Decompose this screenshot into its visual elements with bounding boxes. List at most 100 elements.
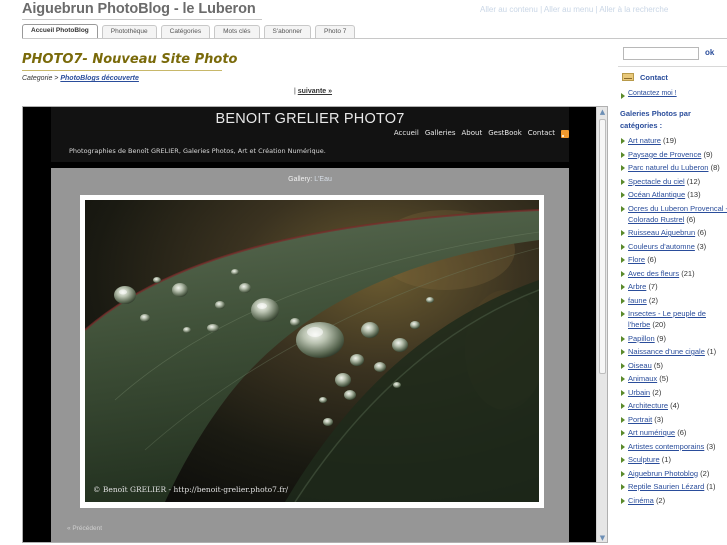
tab-accueil-photoblog[interactable]: Accueil PhotoBlog — [22, 24, 98, 38]
gallery-prefix: Gallery: — [288, 176, 315, 183]
category-link[interactable]: Architecture — [628, 401, 668, 410]
category-count: (8) — [710, 163, 720, 172]
category-item: Paysage de Provence (9) — [621, 149, 727, 160]
category-link[interactable]: Sculpture — [628, 455, 660, 464]
scroll-down-arrow-icon[interactable]: ▼ — [598, 534, 607, 542]
category-link[interactable]: Reptile Saurien Lézard — [628, 482, 704, 491]
category-link[interactable]: Spectacle du ciel — [628, 177, 685, 186]
category-item: Arbre (7) — [621, 281, 727, 292]
skip-to-menu-link[interactable]: Aller au menu — [544, 5, 593, 14]
category-item: Couleurs d'automne (3) — [621, 241, 727, 252]
photo-mat: © Benoît GRELIER - http://benoit-grelier… — [80, 195, 544, 508]
nav-divider — [22, 38, 727, 39]
skip-to-content-link[interactable]: Aller au contenu — [480, 5, 538, 14]
category-link[interactable]: Flore — [628, 255, 645, 264]
tab-photo7[interactable]: Photo 7 — [314, 25, 356, 38]
embedded-nav: Accueil Galleries About GestBook Contact — [394, 129, 569, 138]
category-link[interactable]: Animaux — [628, 374, 657, 383]
category-count: (5) — [653, 360, 664, 370]
post-title-underline — [22, 70, 222, 71]
category-count: (2) — [652, 387, 662, 397]
scroll-thumb[interactable] — [599, 119, 606, 374]
gallery-photo[interactable]: © Benoît GRELIER - http://benoit-grelier… — [85, 200, 539, 502]
gallery-name[interactable]: L'Eau — [314, 176, 332, 183]
category-item: Insectes - Le peuple de l'herbe (20) — [621, 308, 727, 330]
category-link[interactable]: Art nature — [628, 136, 661, 145]
embedded-nav-accueil[interactable]: Accueil — [394, 129, 419, 137]
category-link[interactable]: Couleurs d'automne — [628, 242, 695, 251]
category-item: Reptile Saurien Lézard (1) — [621, 481, 727, 492]
category-count: (6) — [647, 255, 657, 264]
category-item: Oiseau (5) — [621, 360, 727, 371]
contact-item: Contactez moi ! — [621, 90, 677, 99]
category-count: (19) — [663, 136, 677, 145]
previous-photo-link[interactable]: « Précédent — [67, 525, 102, 532]
category-count: (1) — [707, 347, 717, 356]
category-link[interactable]: Aiguebrun Photoblog — [628, 469, 698, 478]
category-link[interactable]: Paysage de Provence — [628, 150, 701, 159]
category-item: Urbain (2) — [621, 387, 727, 398]
category-link[interactable]: Art numérique — [628, 428, 675, 437]
embedded-nav-about[interactable]: About — [462, 129, 483, 137]
search-ok-button[interactable]: ok — [705, 48, 714, 57]
tab-phototheque[interactable]: Photothèque — [101, 25, 157, 38]
category-link[interactable]: Portrait — [628, 415, 652, 424]
category-count: (2) — [700, 468, 710, 478]
photo-watermark: © Benoît GRELIER - http://benoit-grelier… — [93, 485, 289, 494]
category-link[interactable]: Ruisseau Aiguebrun — [628, 228, 695, 237]
category-link[interactable]: PhotoBlogs découverte — [60, 75, 139, 82]
embedded-site-viewport: BENOIT GRELIER PHOTO7 Accueil Galleries … — [23, 107, 597, 542]
rss-icon[interactable] — [561, 130, 569, 138]
category-item: Portrait (3) — [621, 414, 727, 425]
category-count: (7) — [648, 282, 658, 291]
skip-to-search-link[interactable]: Aller à la recherche — [599, 5, 668, 14]
category-link[interactable]: Naissance d'une cigale — [628, 347, 705, 356]
search-input[interactable] — [623, 47, 699, 60]
embedded-site-title[interactable]: BENOIT GRELIER PHOTO7 — [51, 111, 569, 127]
embedded-scrollbar[interactable]: ▲ ▼ — [596, 107, 607, 542]
water-drops-leaf-image — [85, 200, 539, 502]
category-count: (13) — [687, 190, 701, 199]
post-title[interactable]: PHOTO7- Nouveau Site Photo — [22, 52, 238, 67]
category-item: Spectacle du ciel (12) — [621, 176, 727, 187]
category-link[interactable]: Oiseau — [628, 361, 652, 370]
category-link[interactable]: Urbain — [628, 388, 650, 397]
category-link[interactable]: Cinéma — [628, 496, 654, 505]
category-prefix: Categorie > — [22, 75, 61, 82]
category-item: Océan Atlantique (13) — [621, 189, 727, 200]
category-link[interactable]: Océan Atlantique — [628, 190, 685, 199]
gallery-label: Gallery: L'Eau — [51, 176, 569, 183]
category-item: faune (2) — [621, 295, 727, 306]
category-item: Artistes contemporains (3) — [621, 441, 727, 452]
contact-link[interactable]: Contactez moi ! — [628, 90, 677, 97]
category-link[interactable]: Insectes - Le peuple de l'herbe — [628, 309, 706, 329]
category-link[interactable]: Artistes contemporains — [628, 442, 704, 451]
embedded-nav-galleries[interactable]: Galleries — [425, 129, 456, 137]
site-title[interactable]: Aiguebrun PhotoBlog - le Luberon — [22, 1, 256, 17]
category-link[interactable]: Avec des fleurs — [628, 269, 679, 278]
category-item: Cinéma (2) — [621, 495, 727, 506]
category-item: Sculpture (1) — [621, 454, 727, 465]
category-count: (6) — [677, 428, 687, 437]
embedded-site-frame[interactable]: BENOIT GRELIER PHOTO7 Accueil Galleries … — [22, 106, 608, 543]
tab-categories[interactable]: Catégories — [160, 25, 211, 38]
tab-mots-cles[interactable]: Mots clés — [214, 25, 260, 38]
next-post-link[interactable]: suivante » — [298, 88, 332, 95]
category-link[interactable]: Parc naturel du Luberon — [628, 163, 708, 172]
category-item: Art nature (19) — [621, 135, 727, 146]
category-item: Parc naturel du Luberon (8) — [621, 162, 727, 173]
category-list: Art nature (19) Paysage de Provence (9) Pa… — [621, 135, 727, 508]
embedded-nav-gestbook[interactable]: GestBook — [488, 129, 522, 137]
category-item: Art numérique (6) — [621, 427, 727, 438]
search-form: ok — [623, 47, 727, 60]
tab-sabonner[interactable]: S'abonner — [263, 25, 311, 38]
skip-separator: | — [595, 5, 598, 14]
mail-icon — [622, 73, 634, 81]
category-link[interactable]: Ocres du Luberon Provencal - Colorado Ru… — [628, 204, 727, 224]
category-link[interactable]: faune — [628, 296, 647, 305]
category-link[interactable]: Arbre — [628, 282, 646, 291]
category-link[interactable]: Papillon — [628, 334, 655, 343]
embedded-nav-contact[interactable]: Contact — [528, 129, 555, 137]
galleries-heading: Galeries Photos par catégories : — [620, 109, 691, 130]
scroll-up-arrow-icon[interactable]: ▲ — [598, 108, 607, 117]
